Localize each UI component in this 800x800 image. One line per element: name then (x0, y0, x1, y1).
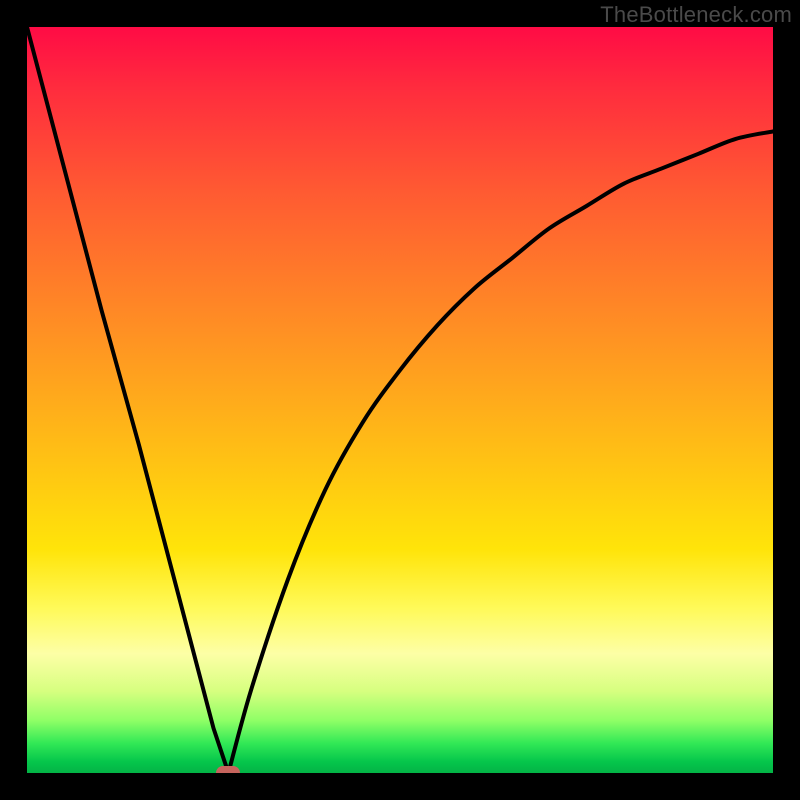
minimum-marker (216, 766, 240, 773)
curve-left-branch (27, 27, 228, 773)
curve-right-branch (228, 131, 773, 773)
plot-area (27, 27, 773, 773)
curve-group (27, 27, 773, 773)
curve-svg (27, 27, 773, 773)
chart-frame: TheBottleneck.com (0, 0, 800, 800)
watermark-text: TheBottleneck.com (600, 2, 792, 28)
